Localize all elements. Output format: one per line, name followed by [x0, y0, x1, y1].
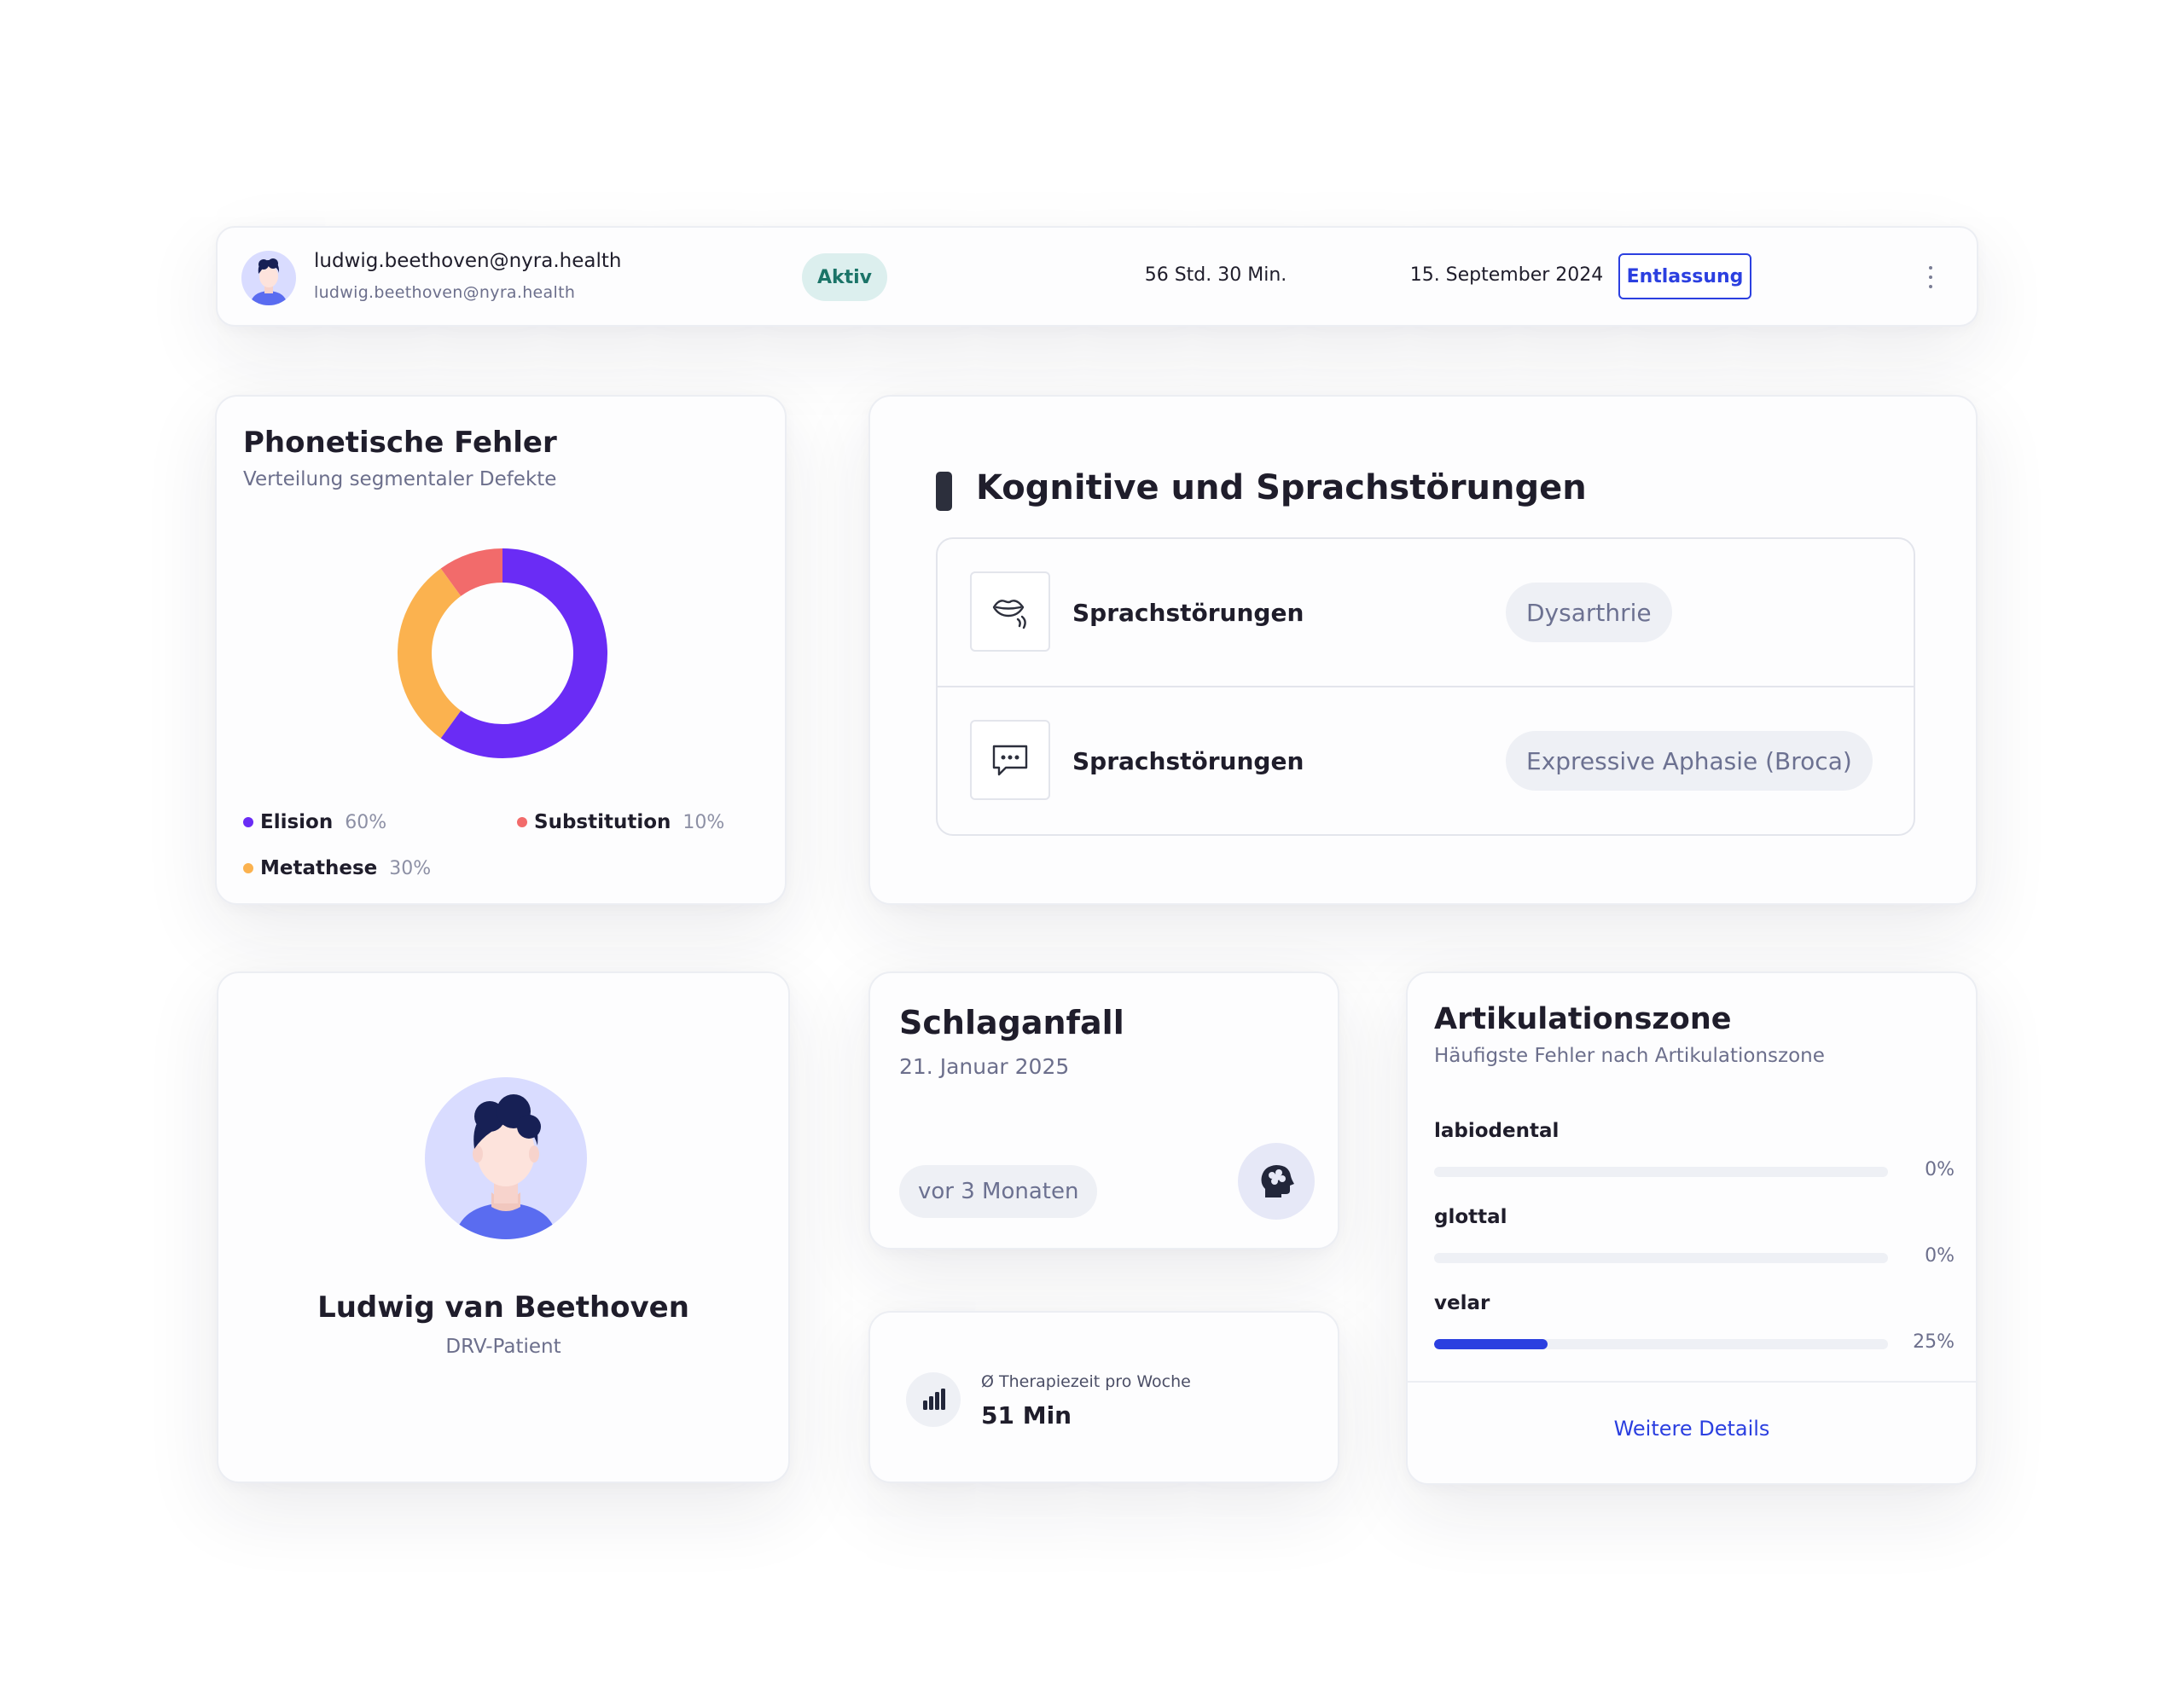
disorders-table: Sprachstörungen Dysarthrie Sprachstörung…: [936, 537, 1915, 836]
legend-label: Substitution: [534, 811, 671, 833]
articulation-label: velar: [1434, 1292, 1490, 1314]
disorder-label: Sprachstörungen: [1072, 747, 1304, 775]
discharge-button[interactable]: Entlassung: [1618, 253, 1751, 299]
legend-item-substitution: Substitution 10%: [517, 811, 724, 833]
relative-time-badge: vor 3 Monaten: [899, 1165, 1098, 1218]
progress-track: [1434, 1167, 1888, 1177]
chat-bubble-icon: [970, 720, 1050, 800]
phonetic-subtitle: Verteilung segmentaler Defekte: [243, 468, 557, 490]
stroke-date: 21. Januar 2025: [899, 1054, 1070, 1079]
therapy-duration: 56 Std. 30 Min.: [1144, 264, 1287, 286]
disorder-row[interactable]: Sprachstörungen Expressive Aphasie (Broc…: [938, 687, 1914, 836]
articulation-label: labiodental: [1434, 1120, 1560, 1142]
legend-value: 30%: [389, 857, 432, 879]
patient-card: Ludwig van Beethoven DRV-Patient: [217, 971, 790, 1483]
articulation-card: Artikulationszone Häufigste Fehler nach …: [1406, 971, 1978, 1485]
cognitive-title: Kognitive und Sprachstörungen: [976, 468, 1587, 507]
articulation-title: Artikulationszone: [1434, 1002, 1732, 1036]
donut-slice-substitution: [440, 548, 503, 597]
progress-track: [1434, 1253, 1888, 1263]
legend-label: Elision: [260, 811, 334, 833]
phonetic-errors-card: Phonetische Fehler Verteilung segmentale…: [215, 395, 787, 905]
legend-dot: [243, 817, 253, 827]
articulation-subtitle: Häufigste Fehler nach Artikulationszone: [1434, 1045, 1825, 1067]
therapy-value: 51 Min: [981, 1401, 1072, 1429]
progress-fill: [1434, 1339, 1548, 1349]
legend-item-metathese: Metathese 30%: [243, 857, 431, 879]
lips-icon: [970, 571, 1050, 652]
legend-value: 60%: [345, 811, 387, 833]
user-avatar-illustration: [250, 258, 288, 305]
brain-head-icon: [1238, 1143, 1315, 1220]
patient-name: Ludwig van Beethoven: [317, 1290, 689, 1325]
divider: [1408, 1381, 1976, 1383]
user-row[interactable]: ludwig.beethoven@nyra.health ludwig.beet…: [216, 226, 1978, 327]
legend-label: Metathese: [260, 857, 378, 879]
cognitive-disorders-card: Kognitive und Sprachstörungen Sprachstör…: [868, 395, 1978, 905]
disorder-tag: Expressive Aphasie (Broca): [1506, 731, 1873, 791]
disorder-label: Sprachstörungen: [1072, 599, 1304, 627]
stroke-card: Schlaganfall 21. Januar 2025 vor 3 Monat…: [868, 971, 1339, 1250]
donut-slice-metathese: [398, 568, 462, 739]
donut-chart: [398, 548, 607, 758]
disorder-tag: Dysarthrie: [1506, 583, 1672, 642]
phonetic-title: Phonetische Fehler: [243, 426, 557, 460]
articulation-value: 25%: [1913, 1331, 1955, 1353]
bar-chart-icon: [906, 1372, 961, 1427]
avatar-illustration: [455, 1094, 557, 1239]
articulation-row: velar 25%: [1434, 1292, 1955, 1377]
disorder-row[interactable]: Sprachstörungen Dysarthrie: [938, 539, 1914, 687]
user-avatar: [241, 251, 296, 305]
avatar: [425, 1077, 587, 1239]
donut-slice-elision: [440, 548, 607, 758]
stroke-title: Schlaganfall: [899, 1004, 1124, 1041]
articulation-value: 0%: [1925, 1159, 1955, 1180]
articulation-value: 0%: [1925, 1245, 1955, 1267]
status-badge: Aktiv: [802, 253, 887, 301]
articulation-row: labiodental 0%: [1434, 1120, 1955, 1205]
user-email-secondary: ludwig.beethoven@nyra.health: [314, 283, 576, 302]
legend-item-elision: Elision 60%: [243, 811, 386, 833]
start-date: 15. September 2024: [1409, 264, 1604, 286]
articulation-label: glottal: [1434, 1206, 1507, 1228]
articulation-row: glottal 0%: [1434, 1206, 1955, 1291]
more-details-link[interactable]: Weitere Details: [1408, 1417, 1976, 1441]
legend-dot: [517, 817, 527, 827]
legend-dot: [243, 863, 253, 873]
therapy-time-card: Ø Therapiezeit pro Woche 51 Min: [868, 1311, 1339, 1483]
section-marker: [936, 472, 952, 511]
user-email: ludwig.beethoven@nyra.health: [314, 250, 622, 272]
more-vertical-icon[interactable]: [1920, 260, 1941, 294]
patient-role: DRV-Patient: [445, 1336, 561, 1358]
progress-track: [1434, 1339, 1888, 1349]
legend-value: 10%: [682, 811, 725, 833]
therapy-label: Ø Therapiezeit pro Woche: [981, 1372, 1191, 1391]
